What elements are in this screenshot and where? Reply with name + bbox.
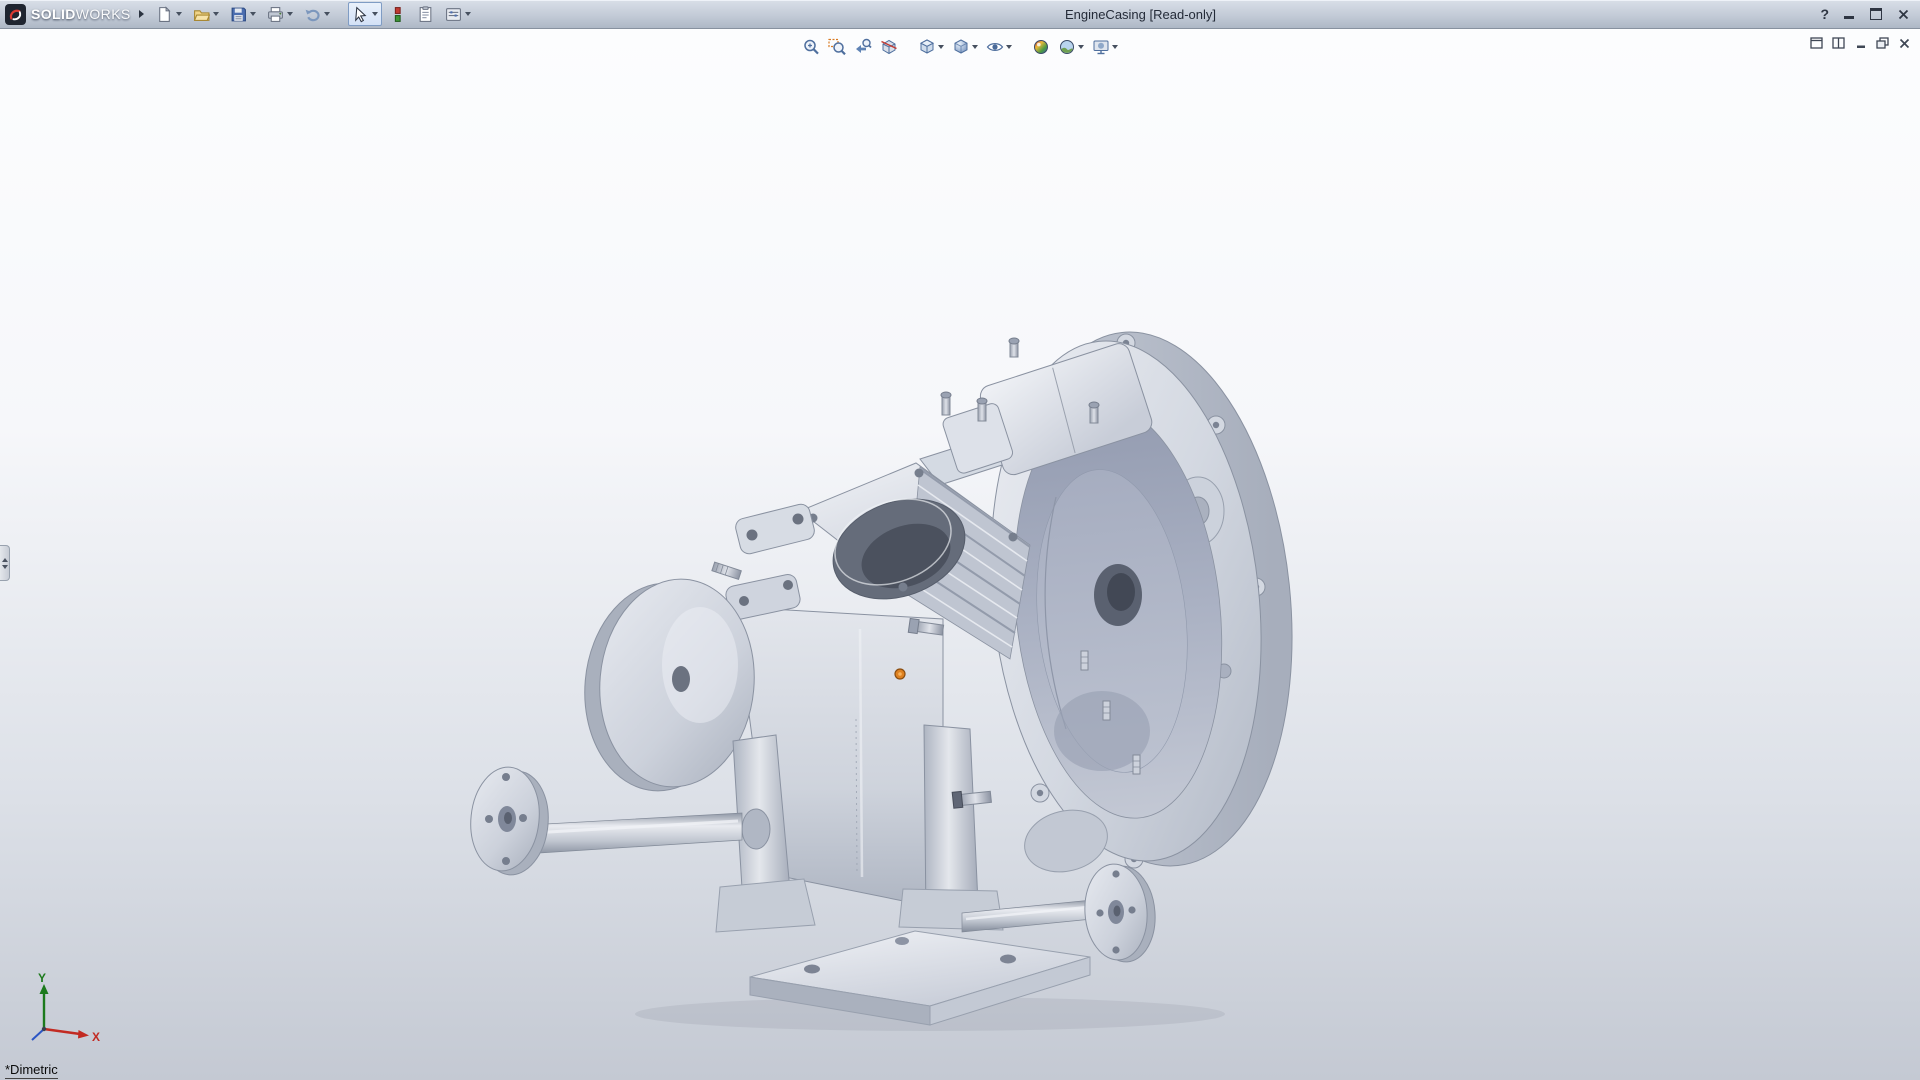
view-orientation-icon [918,38,936,56]
chevron-down-icon[interactable] [250,12,256,16]
options-button[interactable] [441,2,475,26]
file-properties-button[interactable] [413,2,438,26]
chevron-down-icon[interactable] [176,12,182,16]
minimize-document-button[interactable] [1853,36,1868,50]
open-folder-icon [193,6,210,23]
new-document-button[interactable] [152,2,186,26]
section-view-icon [880,38,898,56]
select-cursor-icon [352,6,369,23]
hide-show-items-icon [986,38,1004,56]
expand-panel-icon [2,558,8,562]
previous-view-icon [854,38,872,56]
view-settings-icon [1092,38,1110,56]
restore-document-button[interactable] [1875,36,1890,50]
titlebar: SOLIDWORKS [0,0,1920,29]
previous-window-icon [1810,37,1823,49]
save-button[interactable] [226,2,260,26]
apply-scene-button[interactable] [1055,35,1087,59]
dassault-3ds-logo-icon [5,4,26,25]
engine-casing-model[interactable] [0,29,1920,1080]
chevron-down-icon[interactable] [1078,45,1084,49]
selection-filter-button[interactable] [385,2,410,26]
save-icon [230,6,247,23]
zoom-to-area-icon [828,38,846,56]
print-icon [267,6,284,23]
chevron-down-icon[interactable] [213,12,219,16]
collapse-panel-icon [2,565,8,569]
undo-icon [304,6,321,23]
open-button[interactable] [189,2,223,26]
zoom-to-fit-icon [802,38,820,56]
chevron-down-icon[interactable] [1112,45,1118,49]
minimize-document-icon [1855,37,1867,49]
chevron-down-icon[interactable] [324,12,330,16]
close-button[interactable] [1896,7,1910,21]
chevron-down-icon[interactable] [1006,45,1012,49]
triad-z-axis [32,1029,44,1040]
brand-wordmark: SOLIDWORKS [31,6,131,22]
edit-appearance-button[interactable] [1029,35,1053,59]
apply-scene-icon [1058,38,1076,56]
next-window-icon [1832,37,1845,49]
featuremanager-collapsed-tab[interactable] [0,545,10,581]
view-orientation-button[interactable] [915,35,947,59]
selection-filter-icon [389,6,406,23]
display-style-button[interactable] [949,35,981,59]
chevron-down-icon[interactable] [287,12,293,16]
minimize-button[interactable] [1842,7,1856,21]
display-style-icon [952,38,970,56]
view-orientation-label: *Dimetric [5,1062,58,1079]
maximize-icon [1870,8,1882,20]
section-view-button[interactable] [877,35,901,59]
model-shaft-left[interactable] [466,764,742,879]
undo-button[interactable] [300,2,334,26]
origin-point[interactable] [895,669,905,679]
help-icon[interactable]: ? [1820,6,1829,22]
menu-expand-arrow-icon[interactable] [139,10,144,18]
triad-x-label: X [92,1030,100,1044]
chevron-down-icon[interactable] [372,12,378,16]
file-properties-icon [417,6,434,23]
triad-x-axis [44,1029,80,1034]
minimize-icon [1844,16,1854,19]
zoom-to-fit-button[interactable] [799,35,823,59]
chevron-down-icon[interactable] [972,45,978,49]
new-document-icon [156,6,173,23]
previous-window-button[interactable] [1809,36,1824,50]
next-window-button[interactable] [1831,36,1846,50]
solidworks-brand: SOLIDWORKS [0,4,137,25]
chevron-down-icon[interactable] [465,12,471,16]
close-document-icon [1899,38,1910,49]
standard-toolbar [152,2,475,26]
window-title: EngineCasing [Read-only] [1065,0,1216,28]
graphics-area[interactable]: Y X *Dimetric [0,29,1920,1080]
triad-y-label: Y [38,973,46,985]
previous-view-button[interactable] [851,35,875,59]
print-button[interactable] [263,2,297,26]
chevron-down-icon[interactable] [938,45,944,49]
reference-triad: Y X [12,973,108,1054]
view-settings-button[interactable] [1089,35,1121,59]
maximize-button[interactable] [1869,7,1883,21]
solidworks-window: SOLIDWORKS [0,0,1920,1080]
options-icon [445,6,462,23]
edit-appearance-icon [1032,38,1050,56]
close-document-button[interactable] [1897,36,1912,50]
window-controls: ? [1820,0,1910,28]
document-window-controls [1809,36,1912,50]
close-icon [1898,9,1909,20]
zoom-to-area-button[interactable] [825,35,849,59]
restore-document-icon [1876,37,1889,49]
select-button[interactable] [348,2,382,26]
view-heads-up-toolbar [799,35,1121,59]
hide-show-items-button[interactable] [983,35,1015,59]
